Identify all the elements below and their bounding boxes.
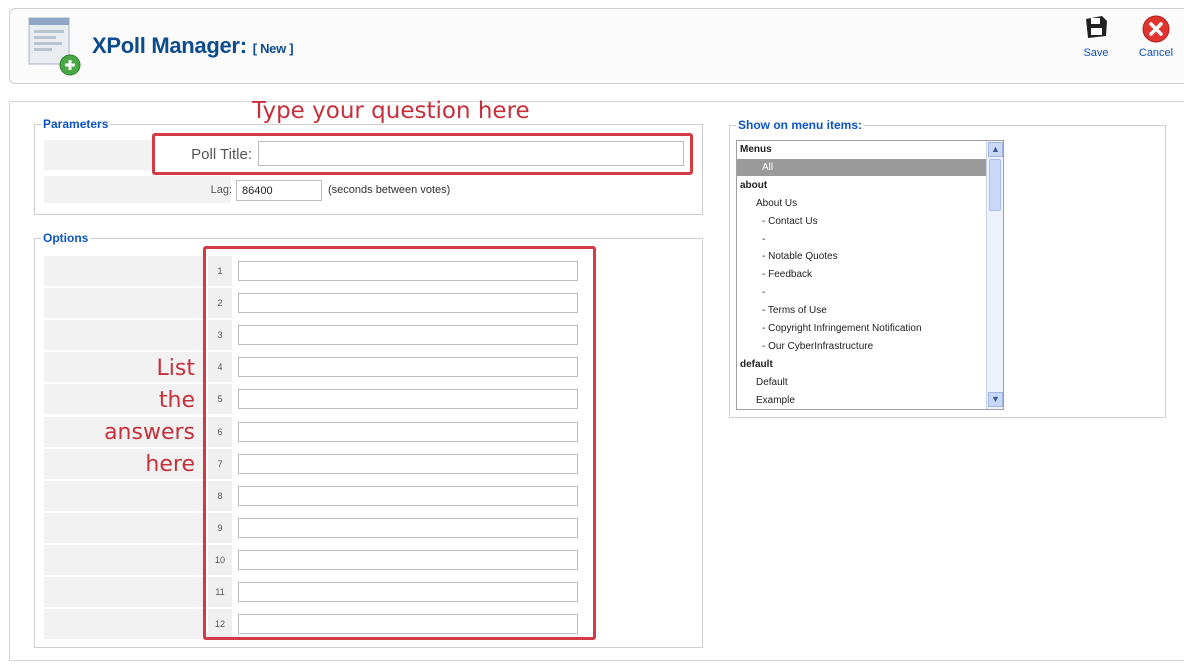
label-column xyxy=(44,140,154,171)
answers-highlight-box xyxy=(203,246,596,640)
answers-annotation-line: List xyxy=(156,356,195,381)
close-circle-icon xyxy=(1141,15,1171,47)
menu-option[interactable]: default xyxy=(737,356,987,373)
scroll-up-icon[interactable]: ▲ xyxy=(988,142,1003,157)
poll-logo-icon xyxy=(27,16,83,78)
menu-option[interactable]: - xyxy=(737,231,987,248)
answers-annotation-line: answers xyxy=(104,420,195,445)
answers-annotation-line: the xyxy=(158,388,195,413)
scroll-down-icon[interactable]: ▼ xyxy=(988,392,1003,407)
menu-option[interactable]: Menus xyxy=(737,141,987,158)
menu-option[interactable]: All xyxy=(737,158,987,176)
menu-option[interactable]: - xyxy=(737,284,987,301)
floppy-disk-icon xyxy=(1082,16,1110,43)
menu-option[interactable]: - Our CyberInfrastructure xyxy=(737,338,987,355)
menu-items-listbox[interactable]: Menus All about About Us - Contact Us - - Nota… xyxy=(736,140,1004,410)
option-label-cell xyxy=(44,577,204,607)
page-title-text: XPoll Manager: xyxy=(92,33,247,58)
menu-option[interactable]: - Copyright Infringement Notification xyxy=(737,320,987,337)
save-button-label: Save xyxy=(1083,47,1109,59)
scroll-thumb[interactable] xyxy=(989,159,1001,211)
menu-option[interactable]: - Contact Us xyxy=(737,213,987,230)
parameters-legend: Parameters xyxy=(43,117,109,131)
option-label-cell xyxy=(44,320,204,350)
option-label-cell xyxy=(44,609,204,639)
menu-option[interactable]: - Feedback xyxy=(737,266,987,283)
options-legend: Options xyxy=(43,231,89,245)
lag-input[interactable] xyxy=(236,180,322,201)
option-label-cell xyxy=(44,288,204,318)
page-title-mode: [ New ] xyxy=(252,41,294,56)
lag-label: Lag: xyxy=(210,184,232,196)
menu-option[interactable]: About Us xyxy=(737,195,987,212)
answers-annotation-line: here xyxy=(145,452,195,477)
menu-option[interactable]: about xyxy=(737,177,987,194)
save-button[interactable]: Save xyxy=(1073,14,1119,59)
menu-option[interactable]: Default xyxy=(737,374,987,391)
question-annotation: Type your question here xyxy=(252,98,530,124)
option-label-cell xyxy=(44,481,204,511)
page-title: XPoll Manager: [ New ] xyxy=(92,33,294,59)
option-label-cell xyxy=(44,256,204,286)
option-label-cell xyxy=(44,513,204,543)
cancel-button[interactable]: Cancel xyxy=(1128,14,1184,59)
cancel-button-label: Cancel xyxy=(1138,47,1174,59)
menu-option[interactable]: - Terms of Use xyxy=(737,302,987,319)
listbox-scrollbar[interactable]: ▲ ▼ xyxy=(986,141,1003,409)
lag-hint: (seconds between votes) xyxy=(328,184,451,196)
menu-items-legend: Show on menu items: xyxy=(738,118,863,132)
menu-option[interactable]: Example xyxy=(737,392,987,409)
menu-option[interactable]: - Notable Quotes xyxy=(737,248,987,265)
question-highlight-box xyxy=(152,133,693,175)
option-label-cell xyxy=(44,545,204,575)
